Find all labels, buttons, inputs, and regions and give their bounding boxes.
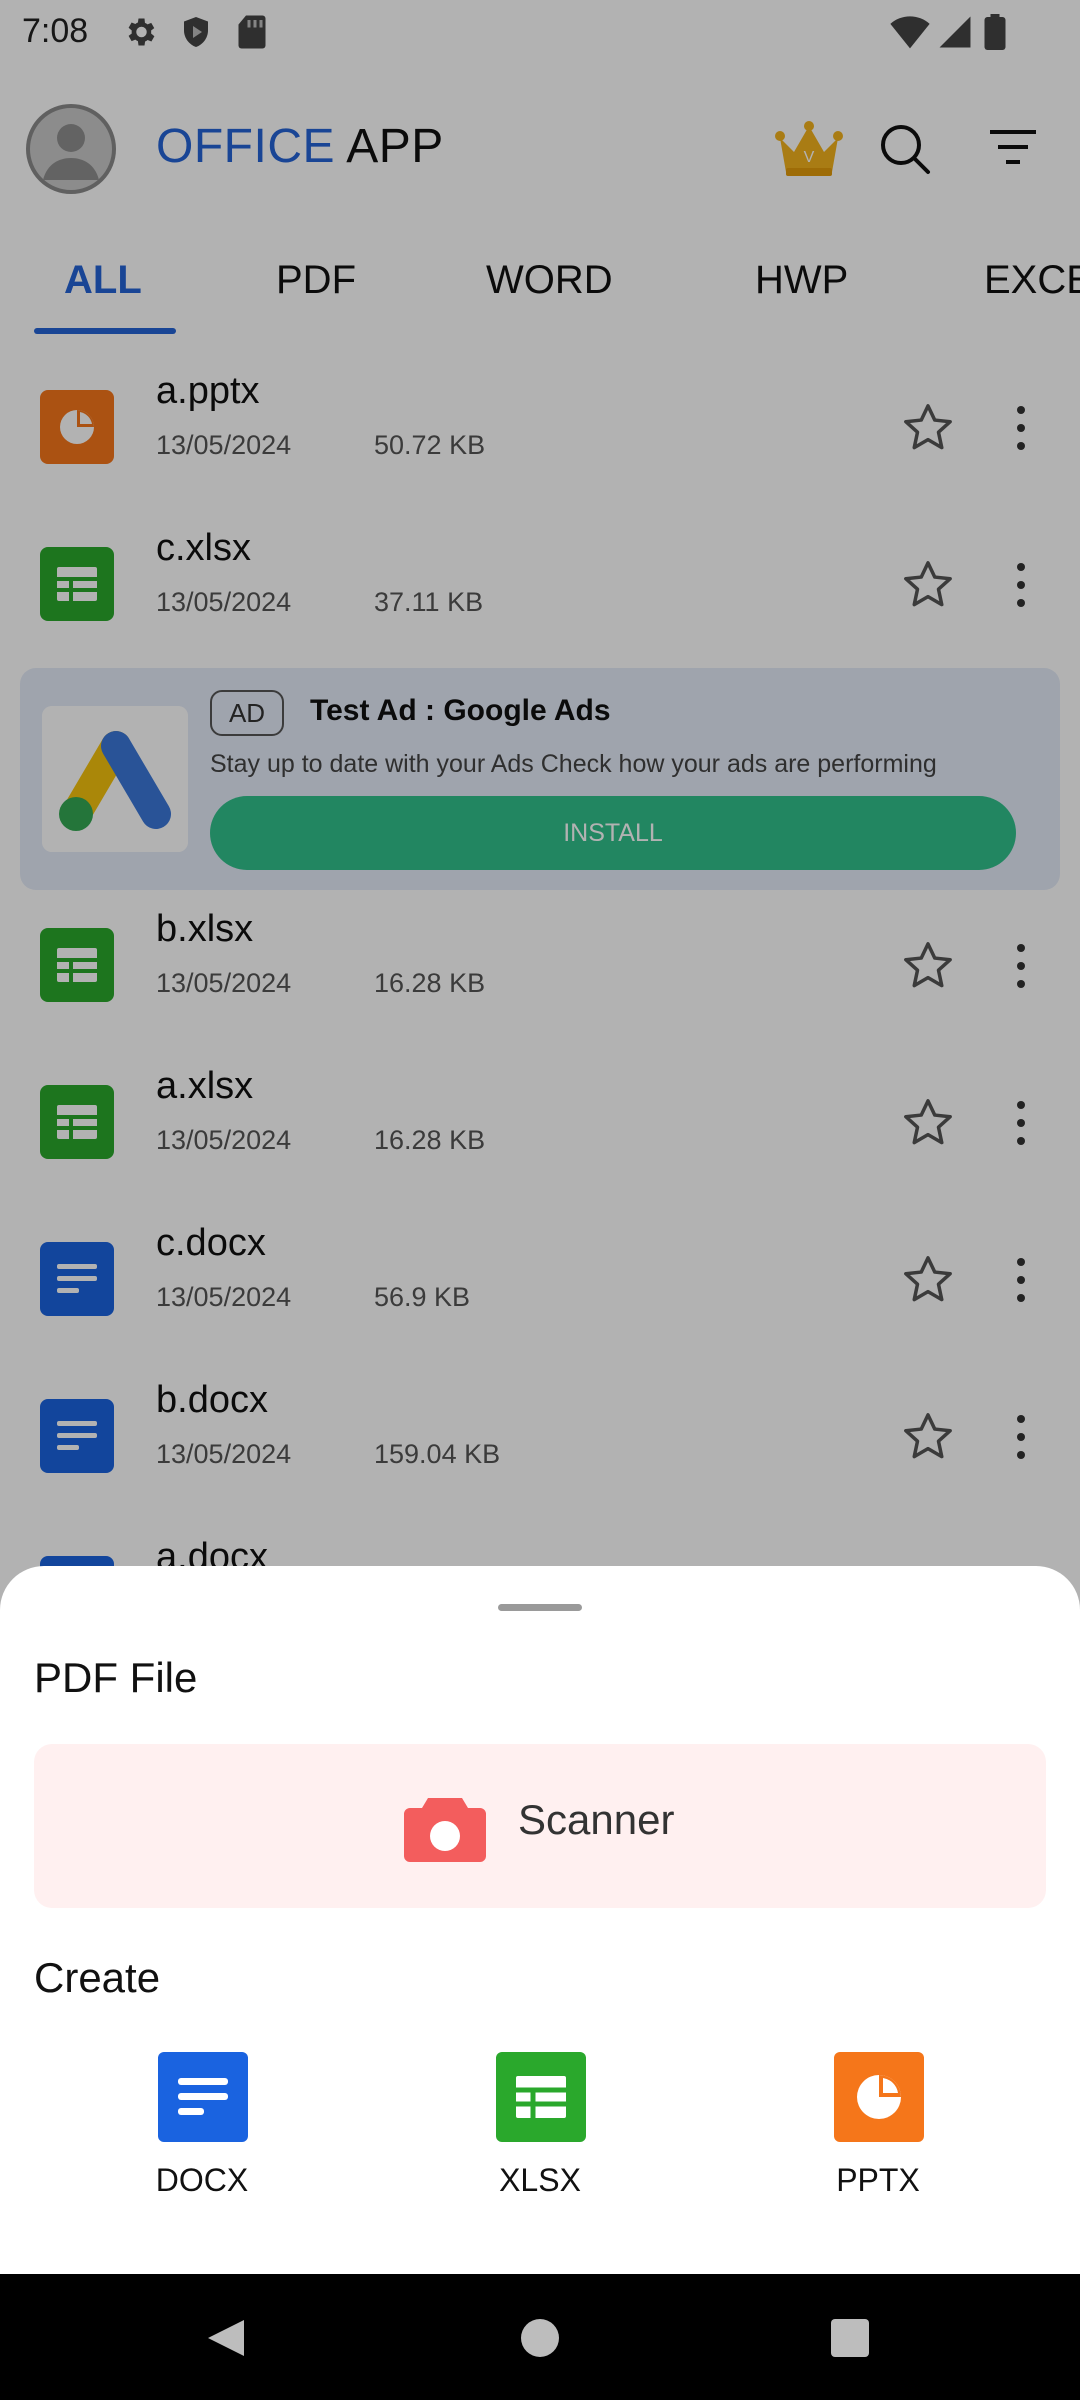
pptx-label: PPTX xyxy=(836,2162,920,2198)
docx-icon xyxy=(158,2052,248,2142)
docx-label: DOCX xyxy=(155,2162,249,2198)
back-icon[interactable] xyxy=(204,2316,248,2365)
system-nav-bar xyxy=(0,2274,1080,2400)
recents-icon[interactable] xyxy=(830,2318,870,2363)
create-docx-button[interactable]: DOCX xyxy=(102,2052,302,2222)
xlsx-icon xyxy=(496,2052,586,2142)
xlsx-label: XLSX xyxy=(499,2162,581,2198)
create-pptx-button[interactable]: PPTX xyxy=(778,2052,978,2222)
create-xlsx-button[interactable]: XLSX xyxy=(440,2052,640,2222)
create-bottom-sheet: PDF File Scanner Create DOCX XLSX PPTX xyxy=(0,1566,1080,2274)
app-root: 7:08 OFFICE APP V ALL PDF WORD HWP EXCE … xyxy=(0,0,1080,2400)
drag-handle[interactable] xyxy=(498,1604,582,1611)
pdf-file-heading: PDF File xyxy=(34,1654,198,1701)
create-heading: Create xyxy=(34,1954,161,2001)
scanner-label: Scanner xyxy=(518,1796,675,1843)
scanner-button[interactable]: Scanner xyxy=(34,1744,1046,1908)
home-icon[interactable] xyxy=(520,2318,560,2363)
pptx-icon xyxy=(834,2052,924,2142)
camera-icon xyxy=(402,1794,488,1869)
